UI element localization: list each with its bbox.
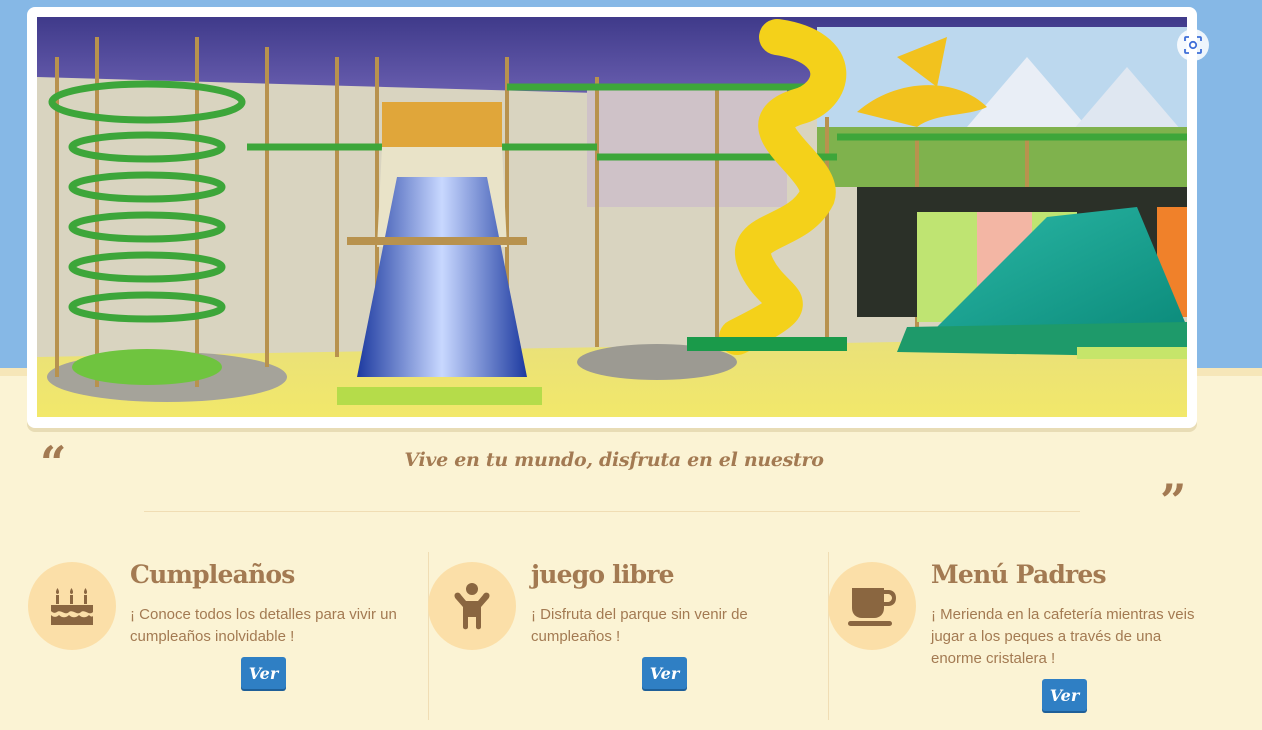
close-quote-mark: ”: [1160, 474, 1187, 528]
feature-juego-libre: juego libre ¡ Disfruta del parque sin ve…: [428, 552, 812, 720]
feature-title: juego libre: [531, 560, 675, 589]
ver-juego-libre-button[interactable]: Ver: [642, 657, 687, 689]
feature-title: Cumpleaños: [130, 560, 295, 589]
screenshot-scan-icon: [1184, 36, 1202, 54]
feature-icon-circle: [428, 562, 516, 650]
ver-cumpleanos-button[interactable]: Ver: [241, 657, 286, 689]
child-icon: [454, 583, 490, 630]
tagline-divider: [144, 511, 1080, 512]
birthday-cake-icon: [51, 588, 93, 625]
feature-title: Menú Padres: [931, 560, 1107, 589]
feature-menu-padres: Menú Padres ¡ Merienda en la cafetería m…: [828, 552, 1212, 720]
coffee-cup-icon: [848, 588, 896, 626]
feature-cumpleanos: Cumpleaños ¡ Conoce todos los detalles p…: [28, 552, 412, 720]
feature-icon-circle: [28, 562, 116, 650]
hero-frame: [27, 7, 1209, 428]
feature-icon-circle: [828, 562, 916, 650]
tagline-text: Vive en tu mundo, disfruta en el nuestro: [404, 449, 824, 471]
ver-menu-padres-button[interactable]: Ver: [1042, 679, 1087, 711]
hero-image-playground: [37, 17, 1187, 417]
playground-illustration: [37, 17, 1187, 417]
feature-description: ¡ Conoce todos los detalles para vivir u…: [130, 606, 397, 645]
feature-description: ¡ Disfruta del parque sin venir de cumpl…: [531, 606, 748, 645]
feature-description: ¡ Merienda en la cafetería mientras veis…: [931, 606, 1195, 667]
visual-search-button[interactable]: [1177, 29, 1209, 61]
